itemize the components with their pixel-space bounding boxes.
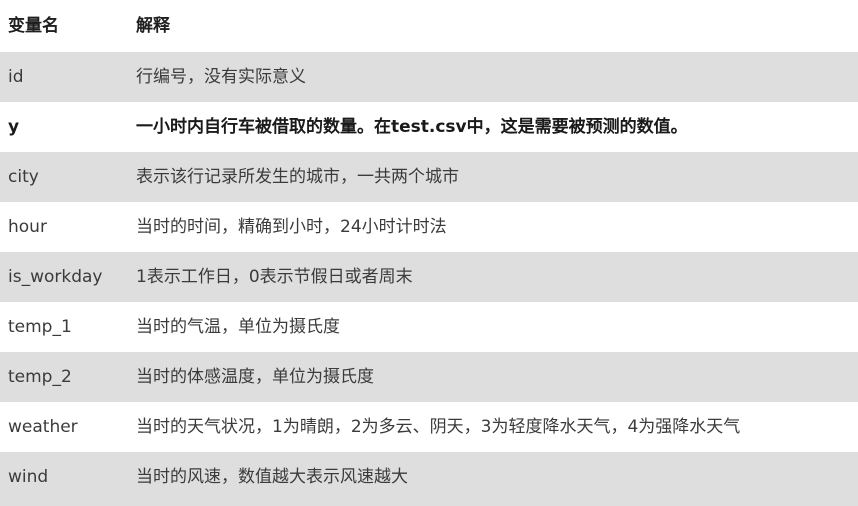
cell-description: 当时的体感温度，单位为摄氏度 <box>128 352 858 402</box>
column-header-variable-name: 变量名 <box>0 0 128 52</box>
cell-variable-name: is_workday <box>0 252 128 302</box>
table-row: y 一小时内自行车被借取的数量。在test.csv中，这是需要被预测的数值。 <box>0 102 858 152</box>
cell-description: 当时的时间，精确到小时，24小时计时法 <box>128 202 858 252</box>
table-row: hour 当时的时间，精确到小时，24小时计时法 <box>0 202 858 252</box>
table-bottom-strip <box>0 502 858 506</box>
cell-description: 当时的天气状况，1为晴朗，2为多云、阴天，3为轻度降水天气，4为强降水天气 <box>128 402 858 452</box>
cell-description: 表示该行记录所发生的城市，一共两个城市 <box>128 152 858 202</box>
column-header-description: 解释 <box>128 0 858 52</box>
table-header-row: 变量名 解释 <box>0 0 858 52</box>
cell-variable-name: weather <box>0 402 128 452</box>
cell-description: 行编号，没有实际意义 <box>128 52 858 102</box>
cell-description: 一小时内自行车被借取的数量。在test.csv中，这是需要被预测的数值。 <box>128 102 858 152</box>
cell-description: 当时的风速，数值越大表示风速越大 <box>128 452 858 502</box>
table-row: temp_1 当时的气温，单位为摄氏度 <box>0 302 858 352</box>
table-row: city 表示该行记录所发生的城市，一共两个城市 <box>0 152 858 202</box>
cell-variable-name: id <box>0 52 128 102</box>
cell-variable-name: hour <box>0 202 128 252</box>
cell-variable-name: temp_2 <box>0 352 128 402</box>
table-row: temp_2 当时的体感温度，单位为摄氏度 <box>0 352 858 402</box>
table-row: id 行编号，没有实际意义 <box>0 52 858 102</box>
cell-description: 当时的气温，单位为摄氏度 <box>128 302 858 352</box>
table-row: wind 当时的风速，数值越大表示风速越大 <box>0 452 858 502</box>
cell-variable-name: city <box>0 152 128 202</box>
table-row: is_workday 1表示工作日，0表示节假日或者周末 <box>0 252 858 302</box>
table-body: id 行编号，没有实际意义 y 一小时内自行车被借取的数量。在test.csv中，这是… <box>0 52 858 502</box>
cell-variable-name: y <box>0 102 128 152</box>
table-header: 变量名 解释 <box>0 0 858 52</box>
table-row: weather 当时的天气状况，1为晴朗，2为多云、阴天，3为轻度降水天气，4为强… <box>0 402 858 452</box>
variable-description-table: 变量名 解释 id 行编号，没有实际意义 y 一小时内自行车被借取的数量。在test.… <box>0 0 858 502</box>
cell-variable-name: wind <box>0 452 128 502</box>
cell-description: 1表示工作日，0表示节假日或者周末 <box>128 252 858 302</box>
cell-variable-name: temp_1 <box>0 302 128 352</box>
